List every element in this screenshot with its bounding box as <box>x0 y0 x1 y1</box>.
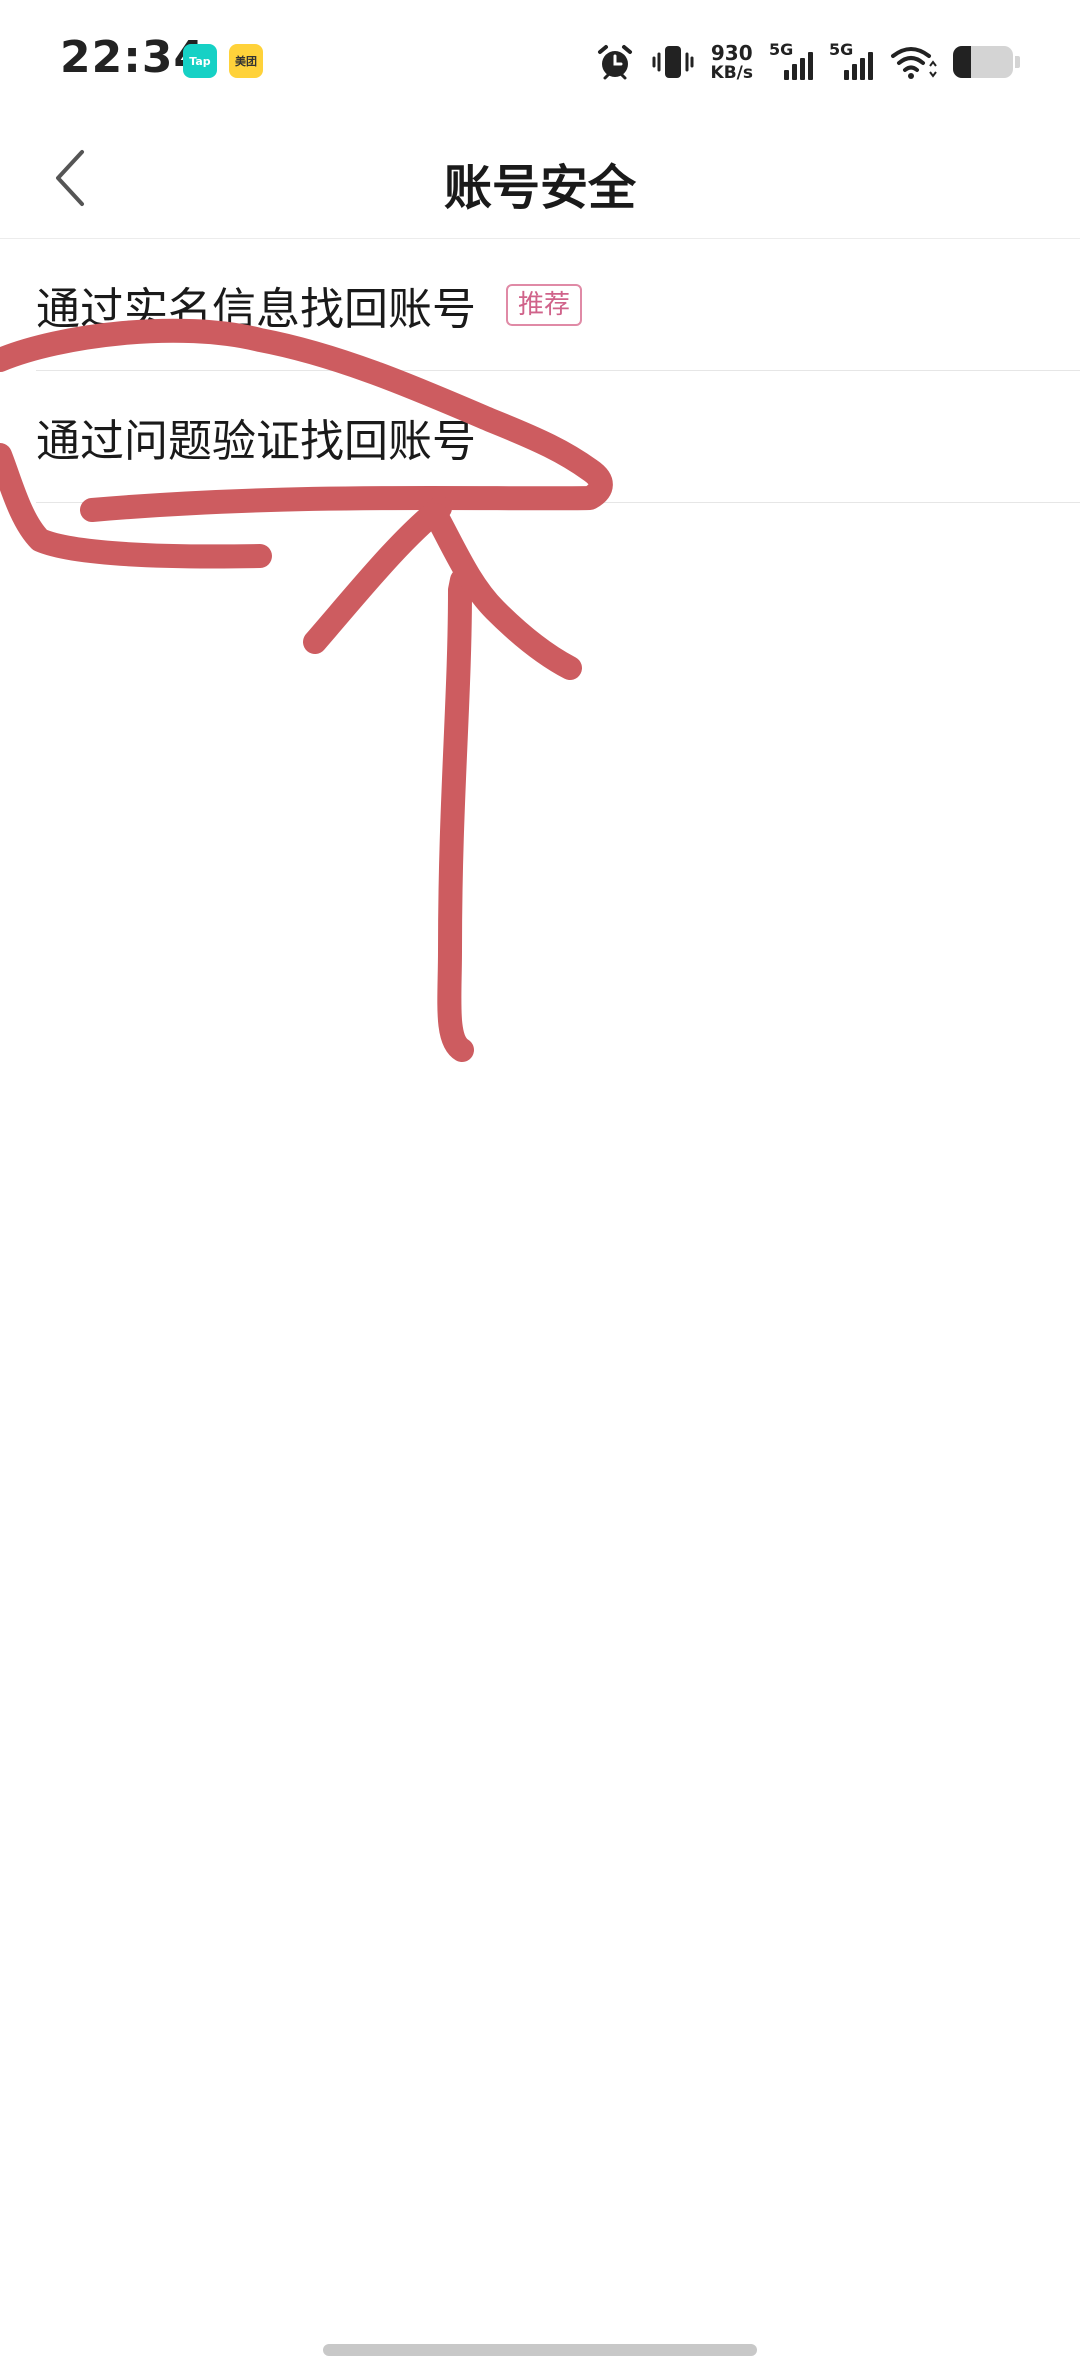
network-speed: 930 KB/s <box>711 43 753 82</box>
tap-icon: Tap <box>183 44 217 78</box>
vibrate-icon <box>651 42 695 82</box>
list-item-label: 通过问题验证找回账号 <box>36 416 476 467</box>
status-icons: 930 KB/s 5G 5G <box>595 38 1020 86</box>
home-indicator[interactable] <box>323 2344 757 2356</box>
meituan-icon: 美团 <box>229 44 263 78</box>
signal-sim1-icon: 5G <box>769 40 813 84</box>
page-title: 账号安全 <box>443 160 636 216</box>
wifi-icon <box>889 42 937 82</box>
alarm-icon <box>595 42 635 82</box>
recovery-options-list: 通过实名信息找回账号 推荐 通过问题验证找回账号 <box>0 239 1080 503</box>
list-item-label: 通过实名信息找回账号 <box>36 284 476 335</box>
network-speed-value: 930 <box>710 40 753 65</box>
battery-icon <box>953 46 1013 78</box>
annotation-arrow-left-head <box>303 496 452 654</box>
status-bar: 22:34 Tap 美团 930 KB/s 5G 5G <box>0 0 1080 120</box>
network-speed-unit: KB/s <box>710 62 753 83</box>
battery-cap <box>1015 56 1020 68</box>
signal-sim2-icon: 5G <box>829 40 873 84</box>
annotation-arrow-shaft <box>437 568 474 1062</box>
list-item-realname-recovery[interactable]: 通过实名信息找回账号 推荐 <box>0 239 1080 371</box>
screen: 22:34 Tap 美团 930 KB/s 5G 5G 账号安全 通过实名信息找… <box>0 0 1080 2376</box>
list-item-question-recovery[interactable]: 通过问题验证找回账号 <box>0 371 1080 503</box>
recommend-badge: 推荐 <box>506 284 583 326</box>
nav-bar: 账号安全 <box>0 120 1080 239</box>
annotation-arrow-right-head <box>424 503 582 680</box>
